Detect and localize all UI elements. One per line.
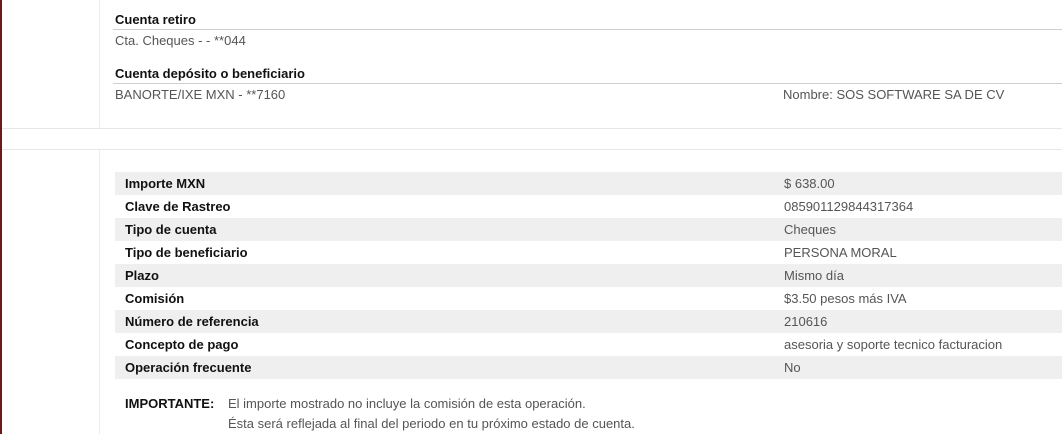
important-notice-text: El importe mostrado no incluye la comisi…	[228, 396, 586, 411]
withdrawal-account-value: Cta. Cheques - - **044	[115, 33, 246, 48]
detail-label: Tipo de beneficiario	[125, 245, 248, 260]
detail-label: Comisión	[125, 291, 185, 306]
deposit-divider	[113, 83, 1062, 84]
deposit-account-title: Cuenta depósito o beneficiario	[115, 66, 305, 81]
detail-label: Importe MXN	[115, 172, 784, 195]
detail-label: Número de referencia	[115, 310, 784, 333]
table-row: Operación frecuente No	[115, 356, 1062, 379]
table-row: Plazo Mismo día	[115, 264, 1062, 287]
detail-value: No	[784, 356, 1062, 379]
table-row: Comisión $3.50 pesos más IVA	[115, 287, 1062, 310]
detail-value: $ 638.00	[784, 172, 1062, 195]
detail-value: $3.50 pesos más IVA	[784, 291, 907, 306]
detail-label: Operación frecuente	[115, 356, 784, 379]
detail-label: Concepto de pago	[125, 337, 239, 352]
detail-label: Tipo de cuenta	[115, 218, 784, 241]
detail-value: Mismo día	[784, 264, 1062, 287]
table-row: Tipo de cuenta Cheques	[115, 218, 1062, 241]
detail-value: Cheques	[784, 218, 1062, 241]
deposit-account-value: BANORTE/IXE MXN - **7160	[115, 87, 286, 102]
table-row: Importe MXN $ 638.00	[115, 172, 1062, 195]
operation-details-table: Importe MXN $ 638.00 Clave de Rastreo 08…	[115, 172, 1062, 379]
table-row: Número de referencia 210616	[115, 310, 1062, 333]
detail-value: PERSONA MORAL	[784, 245, 897, 260]
important-notice-label: IMPORTANTE:	[125, 396, 215, 411]
important-notice-text: Ésta será reflejada al final del periodo…	[228, 416, 635, 431]
section-separator	[2, 149, 1062, 150]
withdrawal-account-title: Cuenta retiro	[115, 12, 196, 27]
detail-value: 210616	[784, 310, 1062, 333]
detail-value: asesoria y soporte tecnico facturacion	[784, 337, 1003, 352]
table-row: Concepto de pago asesoria y soporte tecn…	[115, 333, 1062, 356]
beneficiary-name: Nombre: SOS SOFTWARE SA DE CV	[783, 87, 1005, 102]
section-gap	[2, 129, 1062, 149]
panel-gutter-line	[99, 150, 100, 434]
panel-gutter-line	[99, 0, 100, 128]
table-row: Clave de Rastreo 085901129844317364	[115, 195, 1062, 218]
table-row: Tipo de beneficiario PERSONA MORAL	[115, 241, 1062, 264]
detail-value: 085901129844317364	[784, 199, 914, 214]
withdrawal-divider	[113, 29, 1062, 30]
detail-label: Clave de Rastreo	[125, 199, 231, 214]
detail-label: Plazo	[115, 264, 784, 287]
